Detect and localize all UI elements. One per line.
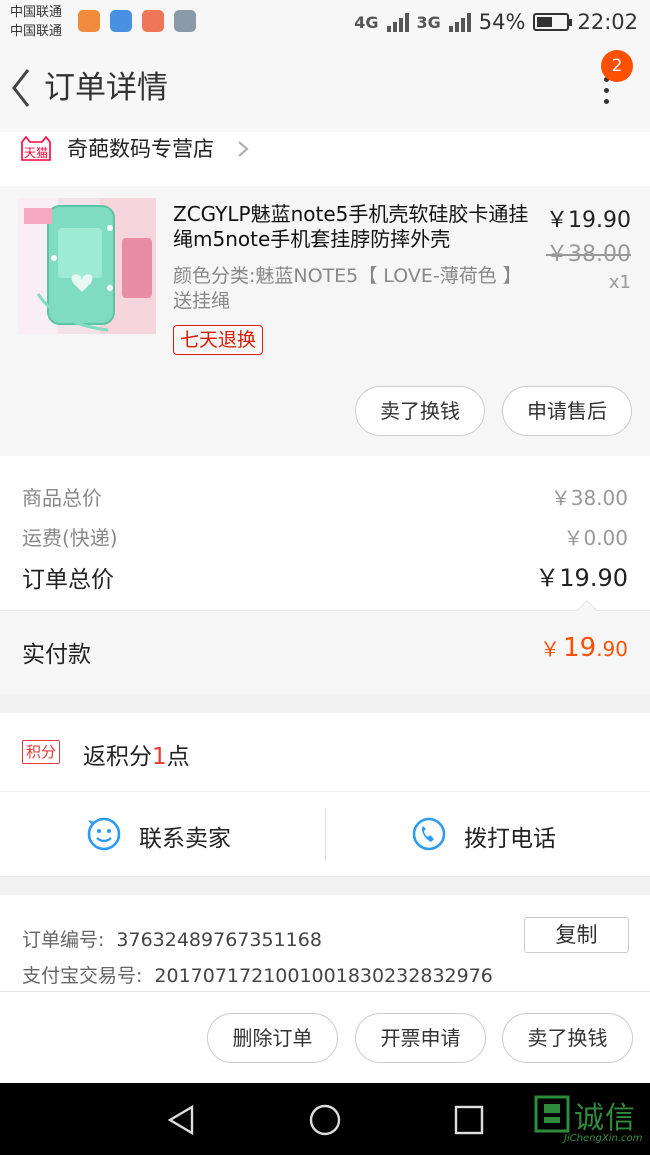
paid-label: 实付款 [22,642,91,668]
battery-percent: 54% [478,10,526,34]
network-type-2: 3G [416,12,441,32]
network-type-1: 4G [354,12,379,32]
points-text: 返积分1点 [83,737,190,771]
paid-currency: ￥ [540,637,561,661]
clock: 22:02 [577,10,638,34]
points-prefix: 返积分 [83,744,152,770]
app-header: 订单详情 2 [0,44,650,132]
paid-decimal: .90 [596,637,628,661]
signal-icon [386,12,409,32]
call-phone-button[interactable]: 拨打电话 [325,792,650,878]
carrier-label-2: 中国联通 [10,24,63,39]
phone-icon [412,817,446,851]
tmall-logo: 天猫 [20,135,52,162]
paid-amount-row: 实付款 ￥ 19.90 [0,600,650,694]
product-name[interactable]: ZCGYLP魅蓝note5手机壳软硅胶卡通挂绳m5note手机套挂脖防摔外壳 [173,202,533,252]
product-quantity: x1 [608,272,631,293]
order-info: 订单编号: 37632489767351168 支付宝交易号: 2017071721… [0,895,650,991]
watermark-logo-icon [534,1095,570,1133]
order-number-value: 37632489767351168 [116,929,322,951]
camera-notification-icon [142,10,164,32]
goods-total-value: ￥38.00 [550,486,628,510]
product-variant: 颜色分类:魅蓝NOTE5【 LOVE-薄荷色 】送挂绳 [173,265,513,312]
status-indicators: 4G 3G 54% 22:02 [354,8,638,36]
sell-order-button[interactable]: 卖了换钱 [502,1013,633,1063]
tmall-label: 天猫 [23,146,48,160]
alipay-number-value: 2017071721001001830232832976 [154,965,493,987]
signal-icon-2 [448,12,471,32]
shipping-value: ￥0.00 [563,526,628,550]
watermark: 诚信 JiChengXin.com [534,1093,650,1149]
product-item[interactable]: ZCGYLP魅蓝note5手机壳软硅胶卡通挂绳m5note手机套挂脖防摔外壳 颜… [0,186,650,456]
battery-icon [533,13,573,31]
invoice-request-button[interactable]: 开票申请 [355,1013,486,1063]
copy-button[interactable]: 复制 [524,917,629,953]
order-number-row: 订单编号: 37632489767351168 [22,925,322,952]
points-row: 积分 返积分1点 [0,713,650,791]
points-number: 1 [152,744,167,770]
paid-amount: ￥ 19.90 [540,633,628,663]
order-total-label: 订单总价 [22,567,114,593]
nav-recents-icon[interactable] [452,1103,486,1137]
product-original-price: ￥38.00 [546,242,631,267]
status-bar: 中国联通 中国联通 4G 3G 54% 22:02 [0,0,650,44]
gallery-notification-icon [174,10,196,32]
sell-item-button[interactable]: 卖了换钱 [355,386,485,436]
chat-smile-icon [87,817,121,851]
nav-back-icon[interactable] [164,1103,198,1137]
watermark-subtext: JiChengXin.com [564,1133,643,1144]
watermark-text: 诚信 [574,1101,636,1136]
order-action-bar: 删除订单 开票申请 卖了换钱 [0,991,650,1083]
paid-integer: 19 [563,633,597,663]
product-thumbnail[interactable] [18,198,156,334]
order-total-value: ￥19.90 [535,564,628,592]
alipay-number-row: 支付宝交易号: 2017071721001001830232832976 [22,961,493,988]
product-price: ￥19.90 [546,208,631,233]
points-tag: 积分 [22,740,61,764]
goods-total-label: 商品总价 [22,486,102,510]
after-sale-button[interactable]: 申请售后 [502,386,632,436]
contact-seller-label: 联系卖家 [139,826,231,852]
return-policy-tag: 七天退换 [173,325,264,355]
price-summary: 商品总价 ￥38.00 运费(快递) ￥0.00 订单总价 ￥19.90 [0,456,650,610]
health-notification-icon [110,10,132,32]
call-phone-label: 拨打电话 [464,826,556,852]
delete-order-button[interactable]: 删除订单 [207,1013,338,1063]
app-notification-icon [78,10,100,32]
shop-row[interactable]: 天猫 奇葩数码专营店 [0,132,650,186]
alipay-number-label: 支付宝交易号: [22,965,143,987]
shipping-label: 运费(快递) [22,526,118,550]
contact-seller-button[interactable]: 联系卖家 [0,792,325,878]
nav-home-icon[interactable] [308,1103,342,1137]
chevron-right-icon [238,141,249,157]
back-arrow-icon[interactable] [10,66,32,110]
page-title: 订单详情 [44,70,168,106]
shop-name[interactable]: 奇葩数码专营店 [67,134,214,164]
system-nav-bar: 诚信 JiChengXin.com [0,1083,650,1155]
notification-badge: 2 [601,50,633,82]
contact-bar: 联系卖家 拨打电话 [0,791,650,877]
carrier-label-1: 中国联通 [10,5,63,20]
points-suffix: 点 [166,744,190,770]
order-number-label: 订单编号: [22,929,105,951]
